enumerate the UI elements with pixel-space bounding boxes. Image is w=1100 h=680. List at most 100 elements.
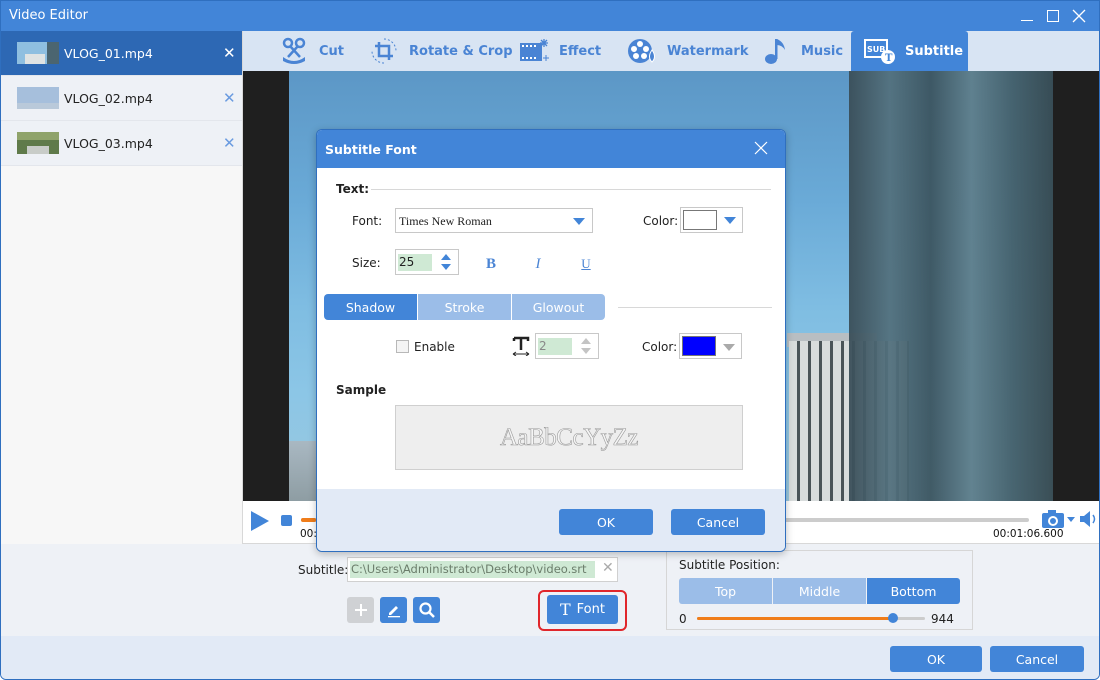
dialog-cancel-button[interactable]: Cancel	[671, 509, 765, 535]
position-middle-button[interactable]: Middle	[773, 578, 866, 604]
shadow-color-label: Color:	[642, 340, 678, 354]
music-note-icon	[759, 36, 793, 66]
remove-file-icon[interactable]: ✕	[223, 89, 236, 107]
position-slider[interactable]	[697, 613, 925, 623]
font-button[interactable]: T Font	[547, 595, 618, 624]
scissors-icon	[277, 36, 311, 66]
cancel-button[interactable]: Cancel	[990, 646, 1084, 672]
file-item[interactable]: VLOG_01.mp4 ✕	[1, 31, 242, 76]
tab-stroke[interactable]: Stroke	[418, 294, 511, 320]
position-bottom-button[interactable]: Bottom	[867, 578, 960, 604]
timeline-progress	[301, 518, 316, 522]
position-min: 0	[679, 612, 687, 626]
snapshot-dropdown-icon[interactable]	[1067, 517, 1075, 522]
italic-button[interactable]: I	[528, 254, 548, 274]
text-section-label: Text:	[336, 182, 370, 196]
text-color-swatch	[683, 210, 717, 230]
subtitle-path: C:\Users\Administrator\Desktop\video.srt	[350, 561, 595, 578]
chevron-down-icon	[724, 217, 736, 224]
video-editor-window: Video Editor VLOG_01.mp4 ✕ VLOG_02.mp4 ✕	[0, 0, 1100, 680]
search-subtitle-button[interactable]	[413, 597, 440, 623]
font-button-label: Font	[576, 602, 605, 617]
shadow-size-stepper[interactable]: 2	[535, 333, 599, 359]
tab-label: Music	[801, 43, 844, 59]
shadow-color-picker[interactable]	[679, 333, 742, 359]
file-item[interactable]: VLOG_03.mp4 ✕	[1, 121, 242, 166]
size-label: Size:	[352, 256, 381, 270]
plus-icon	[354, 604, 367, 616]
position-max: 944	[931, 612, 954, 626]
close-dialog-icon[interactable]	[753, 140, 769, 156]
clear-subtitle-icon[interactable]: ✕	[602, 560, 614, 576]
divider	[371, 189, 771, 190]
position-slider-fill	[697, 617, 894, 620]
edit-subtitle-button[interactable]	[380, 597, 407, 623]
enable-label: Enable	[414, 340, 455, 354]
file-list: VLOG_01.mp4 ✕ VLOG_02.mp4 ✕ VLOG_03.mp4 …	[1, 31, 243, 544]
bold-button[interactable]: B	[481, 254, 501, 274]
minimize-button[interactable]	[1013, 5, 1041, 27]
maximize-icon	[1047, 10, 1059, 22]
tab-watermark[interactable]: Watermark	[625, 31, 748, 71]
shadow-size-value: 2	[538, 338, 572, 355]
window-footer: OK Cancel	[1, 636, 1099, 679]
stop-icon[interactable]	[281, 515, 292, 526]
tab-shadow[interactable]: Shadow	[324, 294, 417, 320]
tab-cut[interactable]: Cut	[277, 31, 344, 71]
tab-label: Cut	[319, 43, 345, 59]
tab-glowout[interactable]: Glowout	[512, 294, 605, 320]
increment-icon[interactable]	[441, 254, 451, 260]
font-label: Font:	[352, 214, 383, 228]
sample-section-label: Sample	[336, 383, 387, 397]
subtitle-panel: Subtitle: C:\Users\Administrator\Desktop…	[1, 544, 1099, 636]
tab-subtitle[interactable]: SUB T Subtitle	[851, 31, 968, 71]
dialog-ok-button[interactable]: OK	[559, 509, 653, 535]
subtitle-file-field[interactable]: C:\Users\Administrator\Desktop\video.srt…	[347, 557, 618, 582]
add-subtitle-button[interactable]	[347, 597, 374, 623]
remove-file-icon[interactable]: ✕	[223, 44, 236, 62]
decrement-icon[interactable]	[441, 264, 451, 270]
tab-effect[interactable]: Effect	[517, 31, 601, 71]
current-time: 00:	[300, 528, 317, 540]
text-color-label: Color:	[643, 214, 679, 228]
file-name: VLOG_03.mp4	[64, 135, 153, 151]
increment-icon[interactable]	[581, 338, 591, 344]
total-time: 00:01:06.600	[993, 528, 1064, 540]
tab-music[interactable]: Music	[759, 31, 843, 71]
volume-icon[interactable]	[1079, 510, 1099, 528]
play-icon[interactable]	[251, 511, 269, 531]
file-name: VLOG_01.mp4	[64, 45, 153, 61]
rotate-crop-icon	[367, 36, 401, 66]
close-window-button[interactable]	[1065, 5, 1093, 27]
file-item[interactable]: VLOG_02.mp4 ✕	[1, 76, 242, 121]
decrement-icon[interactable]	[581, 348, 591, 354]
subtitle-font-dialog: Subtitle Font Text: Font: Times New Roma…	[316, 129, 786, 552]
window-title: Video Editor	[9, 8, 89, 23]
sample-text: AaBbCcYyZz	[499, 423, 639, 451]
text-size-icon	[512, 336, 530, 356]
watermark-reel-icon	[625, 36, 659, 66]
font-family-select[interactable]: Times New Roman	[395, 208, 593, 233]
remove-file-icon[interactable]: ✕	[223, 134, 236, 152]
underline-button[interactable]: U	[576, 254, 596, 274]
font-size-stepper[interactable]: 25	[395, 249, 459, 275]
shadow-color-swatch	[682, 336, 716, 356]
tab-label: Watermark	[667, 43, 749, 59]
pencil-icon	[387, 606, 400, 618]
effect-film-icon	[517, 36, 551, 66]
minimize-icon	[1021, 19, 1033, 21]
chevron-down-icon	[723, 344, 735, 351]
maximize-button[interactable]	[1039, 5, 1067, 27]
ok-button[interactable]: OK	[890, 646, 982, 672]
dialog-title-bar: Subtitle Font	[317, 130, 785, 168]
subtitle-icon: SUB T	[863, 36, 897, 66]
title-bar: Video Editor	[1, 1, 1099, 31]
snapshot-camera-icon[interactable]	[1041, 509, 1065, 529]
position-slider-thumb[interactable]	[888, 613, 899, 623]
subtitle-position-title: Subtitle Position:	[679, 558, 780, 572]
position-top-button[interactable]: Top	[679, 578, 772, 604]
text-color-picker[interactable]	[680, 207, 743, 233]
enable-shadow-checkbox[interactable]	[396, 340, 409, 353]
font-t-icon: T	[560, 600, 571, 619]
tab-rotate-crop[interactable]: Rotate & Crop	[367, 31, 513, 71]
